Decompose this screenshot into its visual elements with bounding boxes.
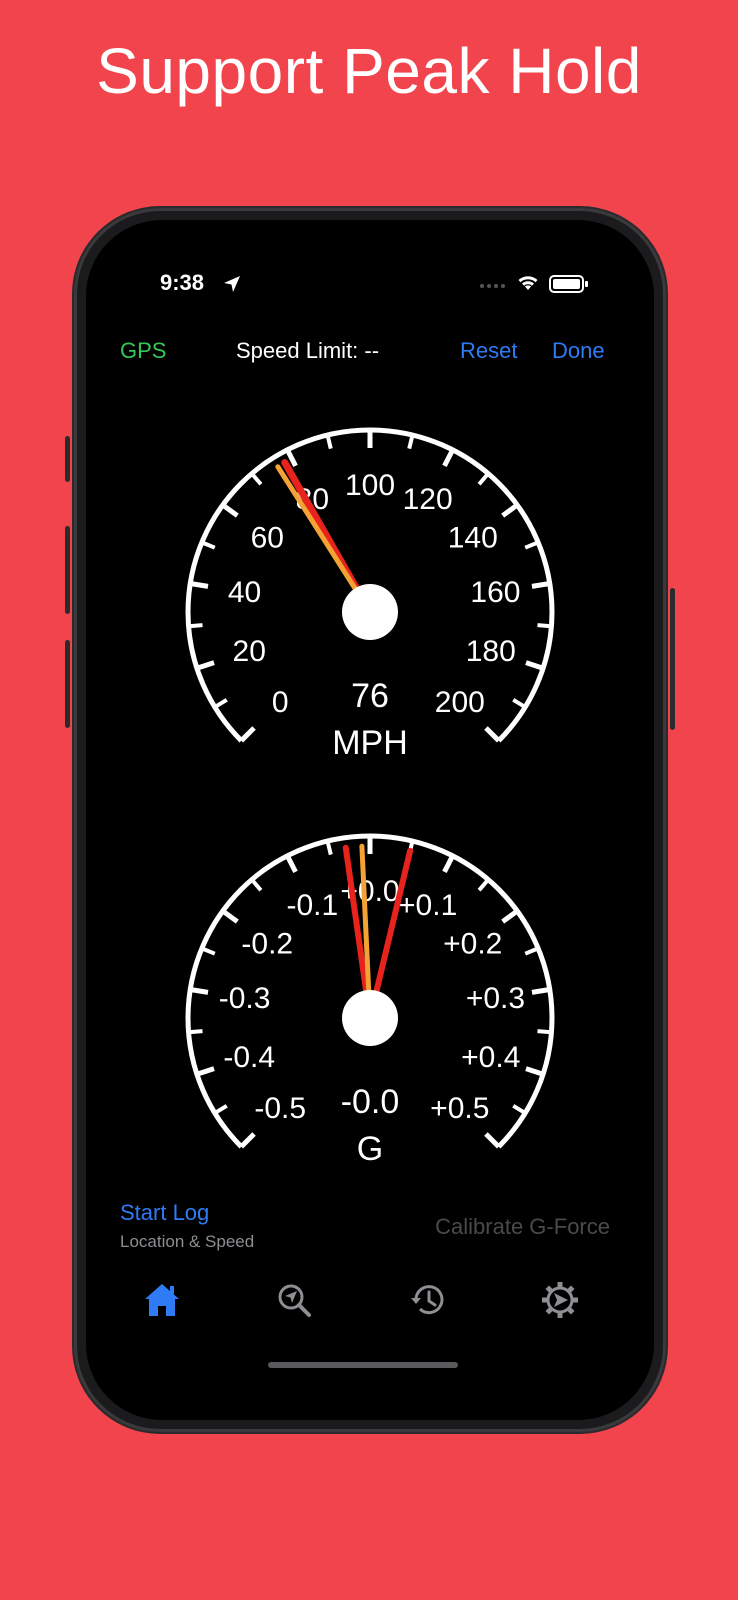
minor-tick [201,540,216,550]
major-tick [501,503,519,518]
battery-icon [549,275,588,293]
phone-screen: 9:38 GPS Speed Limit: -- Reset Done 0 20… [86,220,654,1420]
needle-hub [342,990,398,1046]
major-tick [196,1066,215,1077]
major-tick [484,1132,501,1149]
start-log-group[interactable]: Start Log Location & Speed [120,1200,254,1252]
gps-button[interactable]: GPS [120,338,166,364]
tick-label: +0.4 [461,1041,520,1074]
minor-tick [477,878,490,892]
tick-label: 40 [228,576,261,609]
home-icon[interactable] [142,1280,182,1320]
major-tick [221,909,239,924]
settings-icon[interactable] [540,1280,580,1320]
tick-label: +0.1 [398,889,457,922]
cellular-signal-icon [480,284,505,288]
status-time: 9:38 [160,270,205,295]
gauge-unit: MPH [332,724,408,762]
gauge-value: 76 [351,677,389,715]
minor-tick [407,434,415,450]
minor-tick [537,1029,552,1035]
minor-tick [188,623,203,629]
speed-limit-label: Speed Limit: -- [236,338,380,363]
minor-tick [477,472,490,486]
major-tick [525,660,544,671]
calibrate-g-force-button[interactable]: Calibrate G-Force [435,1214,610,1240]
major-tick [221,503,239,518]
gauge-unit: G [357,1130,383,1168]
minor-tick [537,623,552,629]
tick-label: 20 [233,635,266,668]
tick-label: 60 [251,521,284,554]
top-navbar: GPS Speed Limit: -- Reset Done [86,338,654,378]
minor-tick [524,946,539,956]
tick-label: 120 [403,483,453,516]
major-tick [239,726,256,743]
minor-tick [512,698,527,709]
minor-tick [213,698,228,709]
major-tick [189,987,209,995]
major-tick [189,581,209,589]
major-tick [442,448,455,468]
major-tick [239,1132,256,1149]
major-tick [531,581,551,589]
phone-volume-down-button [65,640,70,728]
major-tick [285,854,298,874]
tick-label: -0.4 [223,1041,275,1074]
tick-label: -0.2 [241,927,293,960]
phone-side-button [65,436,70,482]
tick-label: +0.2 [443,927,502,960]
tab-bar [86,1280,654,1340]
major-tick [196,660,215,671]
minor-tick [188,1029,203,1035]
tick-label: +0.3 [466,982,525,1015]
speedometer-gauge: 020406080 100 12014016018020076MPH [185,427,555,762]
tick-label: -0.1 [286,889,338,922]
major-tick [501,909,519,924]
history-icon[interactable] [408,1280,448,1320]
wifi-icon [518,276,538,290]
tick-label: 180 [466,635,516,668]
minor-tick [213,1104,228,1115]
tick-label: 100 [345,469,395,502]
phone-power-button [670,588,675,730]
minor-tick [250,878,263,892]
reset-button[interactable]: Reset [460,338,517,364]
tick-label: -0.3 [219,982,271,1015]
minor-tick [201,946,216,956]
major-tick [442,854,455,874]
tick-label: 0 [272,686,289,719]
done-button[interactable]: Done [552,338,605,364]
minor-tick [512,1104,527,1115]
tick-label: +0.5 [430,1092,489,1125]
minor-tick [325,434,333,450]
major-tick [525,1066,544,1077]
major-tick [531,987,551,995]
tick-label: 160 [470,576,520,609]
tick-label: 140 [448,521,498,554]
location-arrow-icon [224,276,240,292]
status-indicators [480,275,588,293]
needle-hub [342,584,398,640]
phone-frame: 9:38 GPS Speed Limit: -- Reset Done 0 20… [65,208,675,1432]
minor-tick [524,540,539,550]
phone-volume-up-button [65,526,70,614]
tick-label: -0.5 [254,1092,306,1125]
g-force-gauge: -0.5-0.4-0.3-0.2-0.1 +0.0+0.1+0.2+0.3+0.4… [185,833,555,1168]
tick-label: 200 [435,686,485,719]
minor-tick [250,472,263,486]
start-log-button[interactable]: Start Log [120,1200,254,1226]
start-log-subtitle: Location & Speed [120,1232,255,1251]
gauge-value: -0.0 [341,1083,400,1121]
major-tick [484,726,501,743]
minor-tick [325,840,333,856]
headline: Support Peak Hold [96,35,642,107]
location-search-icon[interactable] [274,1280,314,1320]
home-indicator [268,1362,458,1368]
